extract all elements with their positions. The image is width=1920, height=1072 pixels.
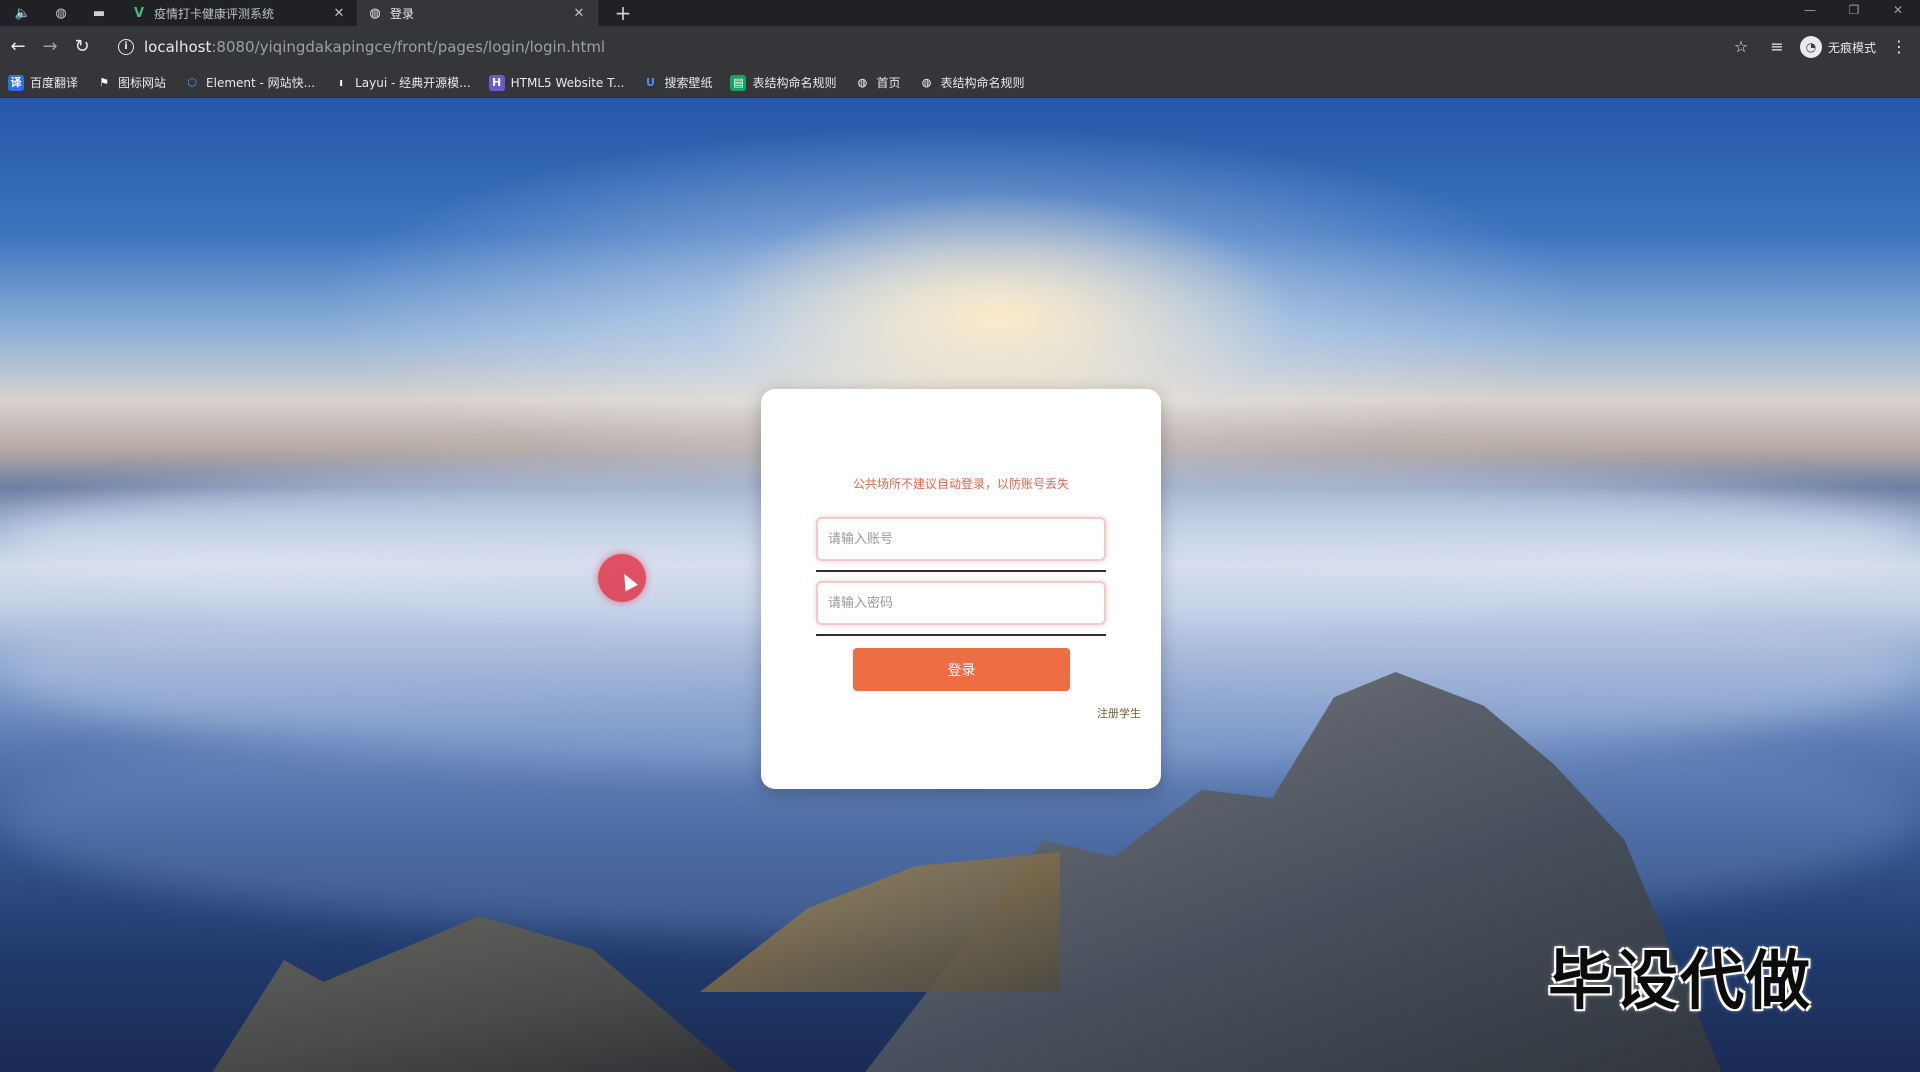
- translate-icon: 译: [8, 74, 24, 91]
- bookmark-item[interactable]: ◍ 表结构命名规则: [919, 74, 1025, 91]
- tab-strip: 🔈 ◍ ▬ V 疫情打卡健康评测系统 ✕ ◍ 登录 ✕ + — ❐ ✕: [0, 0, 1920, 26]
- tab-title: 疫情打卡健康评测系统: [154, 6, 275, 21]
- bookmarks-bar: 译百度翻译 ⚑ 图标网站 ⬡ Element - 网站快... ı Layui - 经…: [0, 68, 1920, 98]
- divider: [816, 634, 1106, 636]
- minimize-icon[interactable]: —: [1788, 0, 1832, 20]
- watermark-text: 毕设代做: [1548, 945, 1812, 1019]
- browser-toolbar: ← → ↻ i localhost :8080/yiqingdakapingce…: [0, 26, 1920, 68]
- wallpaper-icon: U: [645, 75, 655, 89]
- divider: [816, 570, 1106, 572]
- bookmark-item[interactable]: H HTML5 Website T...: [488, 74, 625, 91]
- login-notice: 公共场所不建议自动登录，以防账号丢失: [852, 477, 1069, 491]
- password-field-group: [816, 581, 1106, 637]
- tab-title: 登录: [390, 6, 415, 21]
- info-icon[interactable]: i: [118, 39, 134, 55]
- layui-icon: ı: [339, 75, 344, 89]
- globe-icon[interactable]: ◍: [50, 3, 72, 23]
- login-card: 公共场所不建议自动登录，以防账号丢失 登录 注册学生: [761, 389, 1161, 789]
- reading-list-icon[interactable]: ≡: [1764, 35, 1790, 59]
- new-tab-button[interactable]: +: [612, 2, 634, 24]
- vue-icon: V: [133, 5, 145, 21]
- url-path: :8080/yiqingdakapingce/front/pages/login…: [211, 38, 606, 56]
- bookmark-item[interactable]: U 搜索壁纸: [642, 74, 712, 91]
- username-input[interactable]: [816, 517, 1106, 561]
- incognito-label: 无痕模式: [1827, 40, 1876, 55]
- login-button[interactable]: 登录: [853, 648, 1070, 691]
- close-icon[interactable]: ✕: [571, 6, 587, 21]
- window-icon[interactable]: ▬: [88, 3, 110, 23]
- tab-health-system[interactable]: V 疫情打卡健康评测系统 ✕: [122, 0, 358, 26]
- bookmark-star-icon[interactable]: ☆: [1728, 35, 1754, 59]
- bookmark-item[interactable]: ⚑ 图标网站: [96, 74, 166, 91]
- globe-icon: ◍: [857, 75, 868, 89]
- restore-icon[interactable]: ❐: [1832, 0, 1876, 20]
- password-input[interactable]: [816, 581, 1106, 625]
- incognito-icon: ◔: [1799, 36, 1822, 58]
- close-window-icon[interactable]: ✕: [1876, 0, 1920, 20]
- bookmark-item[interactable]: ⬡ Element - 网站快...: [184, 74, 315, 91]
- bookmark-label: 图标网站: [118, 76, 167, 90]
- incognito-indicator[interactable]: ◔ 无痕模式: [1799, 36, 1876, 58]
- bookmark-label: Layui - 经典开源模...: [355, 76, 471, 90]
- globe-icon: ◍: [369, 5, 381, 21]
- doc-icon: ▤: [730, 74, 747, 91]
- register-student-link[interactable]: 注册学生: [1097, 705, 1141, 721]
- toolbar-actions: ☆ ≡ ◔ 无痕模式 ⋮: [1718, 35, 1912, 59]
- window-controls: — ❐ ✕: [1788, 0, 1920, 26]
- bookmark-label: 表结构命名规则: [752, 76, 837, 90]
- bookmark-item[interactable]: ı Layui - 经典开源模...: [333, 74, 470, 91]
- html5-icon: H: [488, 74, 505, 91]
- tab-login[interactable]: ◍ 登录 ✕: [358, 0, 598, 26]
- element-icon: ⬡: [187, 75, 197, 89]
- bookmark-label: 表结构命名规则: [940, 76, 1025, 90]
- bookmark-label: 首页: [876, 76, 901, 90]
- close-icon[interactable]: ✕: [331, 6, 347, 21]
- address-bar[interactable]: i localhost :8080/yiqingdakapingce/front…: [106, 32, 1756, 62]
- bookmark-item[interactable]: ▤ 表结构命名规则: [730, 74, 836, 91]
- url-host: localhost: [144, 38, 212, 56]
- back-icon[interactable]: ←: [6, 35, 30, 59]
- bookmark-item[interactable]: 译百度翻译: [8, 74, 78, 91]
- mute-icon[interactable]: 🔈: [12, 3, 34, 23]
- globe-icon: ◍: [921, 75, 932, 89]
- username-field-group: [816, 517, 1106, 573]
- bookmark-item[interactable]: ◍ 首页: [854, 74, 901, 91]
- bookmark-label: HTML5 Website T...: [510, 75, 625, 90]
- forward-icon[interactable]: →: [38, 35, 62, 59]
- bookmark-label: 百度翻译: [30, 76, 79, 90]
- menu-icon[interactable]: ⋮: [1886, 35, 1912, 59]
- bookmark-label: Element - 网站快...: [206, 76, 316, 90]
- reload-icon[interactable]: ↻: [70, 35, 94, 59]
- flag-icon: ⚑: [99, 75, 109, 89]
- bookmark-label: 搜索壁纸: [664, 76, 713, 90]
